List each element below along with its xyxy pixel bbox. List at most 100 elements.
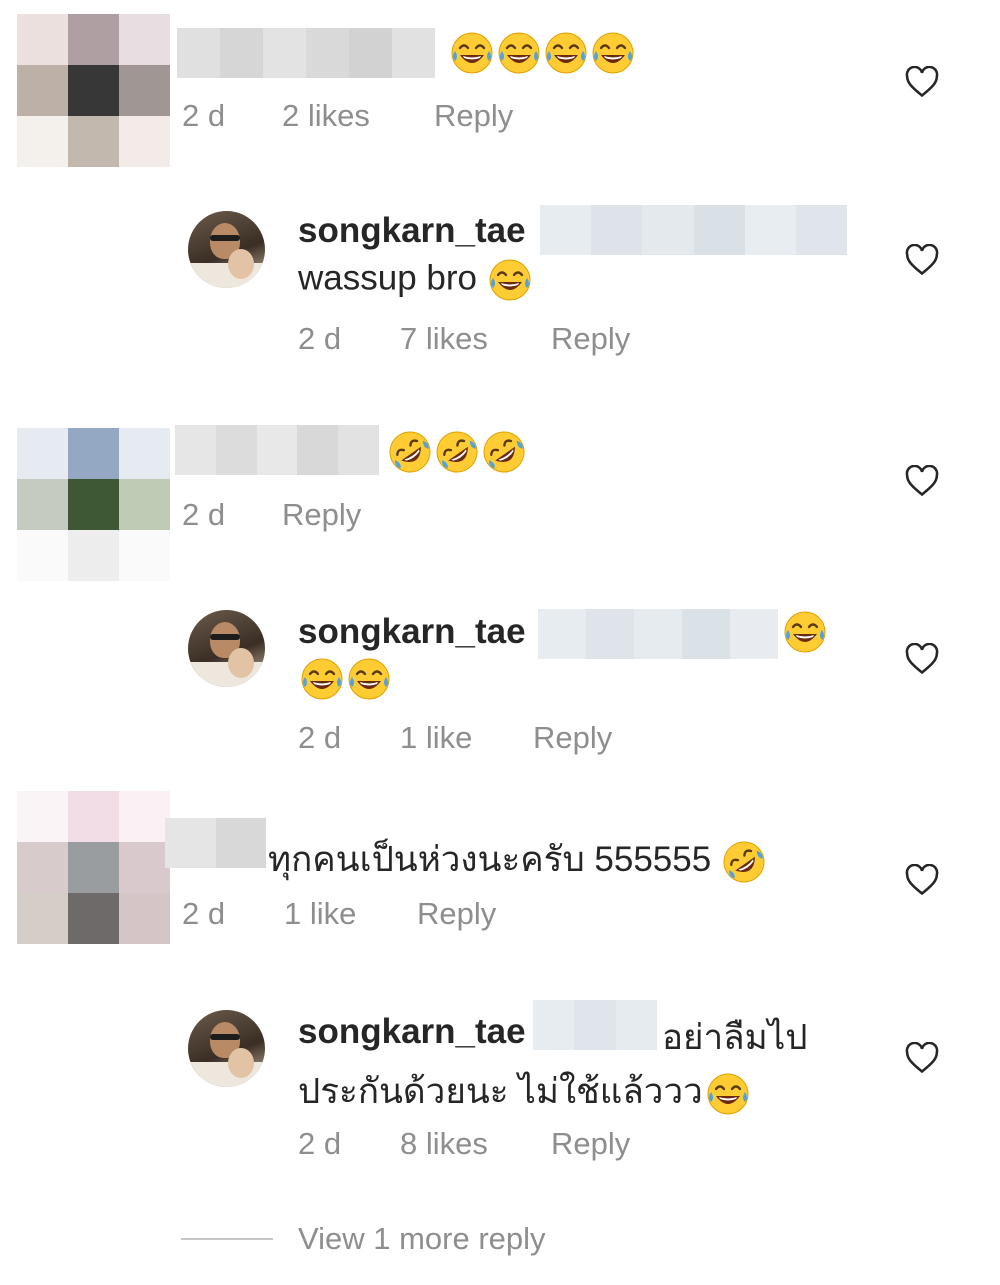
comment-meta: 2 d 2 likes Reply: [182, 98, 582, 138]
reply-text-line: wassup bro: [298, 258, 532, 302]
blur-cell: [256, 425, 298, 475]
blur-cell: [533, 1000, 575, 1050]
blurred-username: [175, 425, 379, 475]
avatar-pixel: [119, 842, 170, 893]
blur-cell: [177, 28, 220, 78]
avatar-pixel: [68, 14, 119, 65]
view-more-replies-button[interactable]: View 1 more reply: [298, 1221, 546, 1257]
reply-time: 2 d: [298, 1126, 342, 1161]
blur-cell: [220, 28, 263, 78]
reply-button[interactable]: Reply: [551, 321, 630, 357]
avatar-pixel: [68, 893, 119, 944]
comment-meta: 2 d Reply: [182, 497, 582, 537]
avatar-pixel: [119, 530, 170, 581]
comment-meta: 2 d 1 like Reply: [182, 896, 582, 936]
blur-cell: [682, 609, 730, 659]
comment-likes[interactable]: 2 likes: [282, 98, 370, 134]
blur-cell: [165, 818, 216, 868]
blurred-mention: [533, 1000, 657, 1050]
owner-avatar[interactable]: [188, 211, 265, 288]
rofl-emoji-icon: [389, 431, 431, 473]
reply-likes[interactable]: 8 likes: [400, 1126, 488, 1162]
comment-emojis: [719, 840, 766, 883]
heart-icon[interactable]: [905, 864, 939, 896]
reply-username[interactable]: songkarn_tae: [298, 1012, 526, 1052]
reply-button[interactable]: Reply: [417, 896, 496, 932]
view-more-divider: [181, 1238, 273, 1240]
reply-text-line1: อย่าลืมไป: [662, 1018, 808, 1057]
avatar-pixel: [17, 842, 68, 893]
rofl-emoji-icon: [723, 841, 765, 883]
comment-time: 2 d: [182, 98, 226, 133]
avatar-pixel: [17, 428, 68, 479]
avatar-pixel: [119, 116, 170, 167]
blurred-username: [177, 28, 435, 78]
owner-avatar[interactable]: [188, 1010, 265, 1087]
reply-meta: 2 d 8 likes Reply: [298, 1126, 698, 1166]
avatar-pixel: [17, 479, 68, 530]
blur-cell: [349, 28, 392, 78]
blurred-mention: [540, 205, 848, 255]
avatar-pixel: [119, 65, 170, 116]
blur-cell: [744, 205, 796, 255]
tears-of-joy-emoji-icon: [498, 32, 540, 74]
comment-time: 2 d: [182, 497, 226, 532]
avatar-pixel: [68, 530, 119, 581]
avatar-pixel: [68, 479, 119, 530]
comment-text-line: ทุกคนเป็นห่วงนะครับ 555555: [268, 832, 766, 887]
commenter-avatar[interactable]: [17, 14, 170, 167]
avatar-pixel: [119, 479, 170, 530]
blur-cell: [338, 425, 379, 475]
blur-cell: [263, 28, 306, 78]
heart-icon[interactable]: [905, 244, 939, 276]
blur-cell: [730, 609, 778, 659]
comment-emojis: [385, 430, 526, 474]
commenter-avatar[interactable]: [17, 791, 170, 944]
reply-text-line2: ประกันด้วยนะ ไม่ใช้แล้ววว: [298, 1072, 703, 1111]
comment-likes[interactable]: 1 like: [284, 896, 356, 932]
comment-text: ทุกคนเป็นห่วงนะครับ 555555: [268, 840, 712, 879]
avatar-pixel: [68, 65, 119, 116]
rofl-emoji-icon: [436, 431, 478, 473]
reply-likes[interactable]: 7 likes: [400, 321, 488, 357]
avatar-pixel: [17, 65, 68, 116]
blur-cell: [215, 818, 266, 868]
heart-icon[interactable]: [905, 1042, 939, 1074]
avatar-pixel: [119, 428, 170, 479]
reply-meta: 2 d 1 like Reply: [298, 720, 698, 760]
reply-button[interactable]: Reply: [434, 98, 513, 134]
avatar-pixel: [119, 893, 170, 944]
reply-button[interactable]: Reply: [533, 720, 612, 756]
reply-emojis: [485, 258, 532, 301]
reply-button[interactable]: Reply: [551, 1126, 630, 1162]
avatar-pixel: [17, 893, 68, 944]
owner-avatar[interactable]: [188, 610, 265, 687]
blur-cell: [215, 425, 257, 475]
avatar-pixel: [68, 791, 119, 842]
tears-of-joy-emoji-icon: [489, 259, 531, 301]
reply-emojis: [703, 1072, 750, 1115]
blur-cell: [642, 205, 694, 255]
blur-cell: [306, 28, 349, 78]
reply-username[interactable]: songkarn_tae: [298, 211, 526, 251]
reply-button[interactable]: Reply: [282, 497, 361, 533]
reply-username[interactable]: songkarn_tae: [298, 612, 526, 652]
blurred-username: [165, 818, 266, 868]
tears-of-joy-emoji-icon: [592, 32, 634, 74]
tears-of-joy-emoji-icon: [784, 611, 826, 653]
blur-cell: [574, 1000, 616, 1050]
heart-icon[interactable]: [905, 66, 939, 98]
heart-icon[interactable]: [905, 643, 939, 675]
avatar-pixel: [17, 14, 68, 65]
reply-likes[interactable]: 1 like: [400, 720, 472, 756]
blur-cell: [615, 1000, 657, 1050]
tears-of-joy-emoji-icon: [707, 1073, 749, 1115]
reply-time: 2 d: [298, 321, 342, 356]
heart-icon[interactable]: [905, 465, 939, 497]
blur-cell: [175, 425, 216, 475]
blur-cell: [586, 609, 634, 659]
avatar-pixel: [17, 791, 68, 842]
commenter-avatar[interactable]: [17, 428, 170, 581]
comment-time: 2 d: [182, 896, 226, 931]
blurred-mention: [538, 609, 778, 659]
